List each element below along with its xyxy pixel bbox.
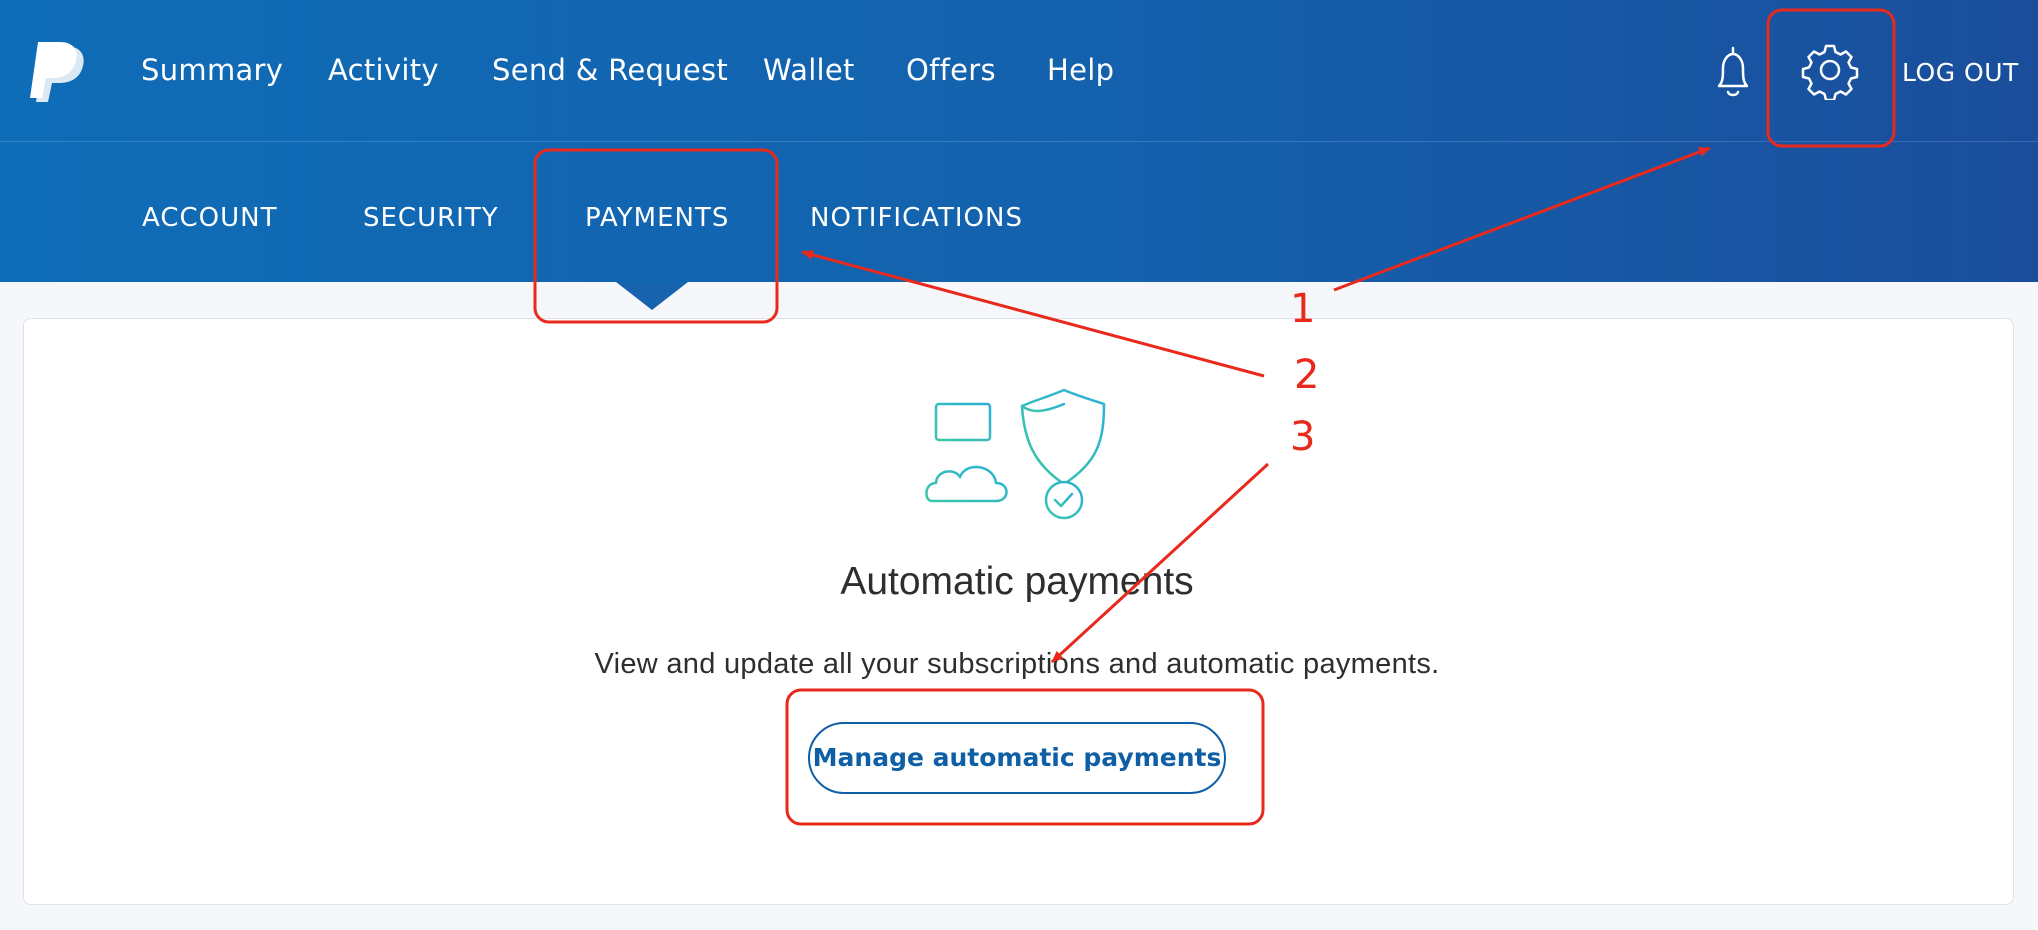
tab-notifications[interactable]: NOTIFICATIONS — [810, 142, 1023, 282]
tab-security[interactable]: SECURITY — [363, 142, 499, 282]
nav-send-request[interactable]: Send & Request — [492, 0, 728, 141]
gear-icon[interactable] — [1800, 40, 1860, 100]
tab-payments[interactable]: PAYMENTS — [585, 142, 729, 282]
annotation-step-2: 2 — [1294, 352, 1320, 398]
nav-summary[interactable]: Summary — [141, 0, 283, 141]
nav-offers[interactable]: Offers — [906, 0, 996, 141]
nav-help[interactable]: Help — [1047, 0, 1114, 141]
tab-account[interactable]: ACCOUNT — [142, 142, 277, 282]
header: Summary Activity Send & Request Wallet O… — [0, 0, 2038, 282]
page-title: Automatic payments — [840, 560, 1194, 603]
manage-automatic-payments-button[interactable]: Manage automatic payments — [808, 722, 1226, 794]
logout-link[interactable]: LOG OUT — [1902, 0, 2019, 146]
card-cloud-shield-icon — [925, 388, 1106, 520]
nav-activity[interactable]: Activity — [328, 0, 439, 141]
bell-icon[interactable] — [1702, 42, 1764, 104]
nav-wallet[interactable]: Wallet — [763, 0, 855, 141]
paypal-logo[interactable] — [30, 42, 90, 104]
page-description: View and update all your subscriptions a… — [594, 648, 1440, 680]
annotation-step-3: 3 — [1290, 414, 1316, 460]
active-tab-indicator — [616, 282, 688, 310]
annotation-step-1: 1 — [1290, 286, 1316, 332]
